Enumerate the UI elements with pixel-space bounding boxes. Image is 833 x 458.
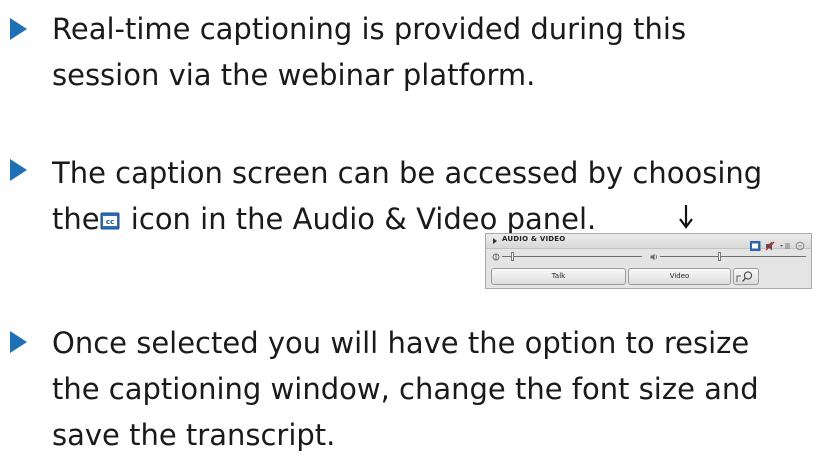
video-button[interactable]: Video xyxy=(628,268,731,285)
mute-speaker-icon[interactable] xyxy=(765,241,775,251)
microphone-slider-thumb[interactable] xyxy=(511,252,514,261)
svg-text:cc: cc xyxy=(105,218,113,226)
bullet-1-line-1: Real-time captioning is provided during … xyxy=(52,12,687,46)
bullet-3-line-2: the captioning window, change the font s… xyxy=(52,372,759,406)
panel-title: AUDIO & VIDEO xyxy=(502,235,566,243)
bullet-arrow-icon xyxy=(10,331,27,353)
microphone-icon xyxy=(492,253,500,261)
bullet-arrow-icon xyxy=(10,18,27,40)
close-panel-icon[interactable] xyxy=(795,241,805,251)
collapse-triangle-icon[interactable] xyxy=(493,238,497,244)
bullet-text-2: The caption screen can be accessed by ch… xyxy=(52,150,832,242)
magnifier-icon xyxy=(736,271,753,282)
speaker-slider-track xyxy=(660,256,806,257)
closed-caption-icon: cc xyxy=(100,197,120,230)
closed-caption-icon[interactable] xyxy=(749,241,761,251)
microphone-slider-track xyxy=(502,256,642,257)
down-arrow-icon xyxy=(678,204,694,234)
options-menu-icon[interactable] xyxy=(780,243,790,249)
bullet-arrow-icon xyxy=(10,159,27,181)
talk-button[interactable]: Talk xyxy=(491,268,626,285)
panel-header-icons xyxy=(749,236,806,251)
bullet-text-3: Once selected you will have the option t… xyxy=(52,320,832,458)
bullet-1-line-2: session via the webinar platform. xyxy=(52,58,536,92)
bullet-2-line-2-before: the xyxy=(52,202,100,236)
speaker-icon xyxy=(650,253,657,261)
audio-video-panel: AUDIO & VIDEO Talk Video xyxy=(485,233,812,289)
bullet-text-1: Real-time captioning is provided during … xyxy=(52,6,832,98)
video-settings-button[interactable] xyxy=(733,268,759,285)
bullet-3-line-1: Once selected you will have the option t… xyxy=(52,326,750,360)
speaker-volume-slider[interactable] xyxy=(650,252,806,261)
microphone-volume-slider[interactable] xyxy=(492,252,642,261)
bullet-2-line-2-after: icon in the Audio & Video panel. xyxy=(121,202,597,236)
bullet-3-line-3: save the transcript. xyxy=(52,418,336,452)
speaker-slider-thumb[interactable] xyxy=(718,252,721,261)
bullet-2-line-1: The caption screen can be accessed by ch… xyxy=(52,156,763,190)
panel-header: AUDIO & VIDEO xyxy=(486,234,811,251)
